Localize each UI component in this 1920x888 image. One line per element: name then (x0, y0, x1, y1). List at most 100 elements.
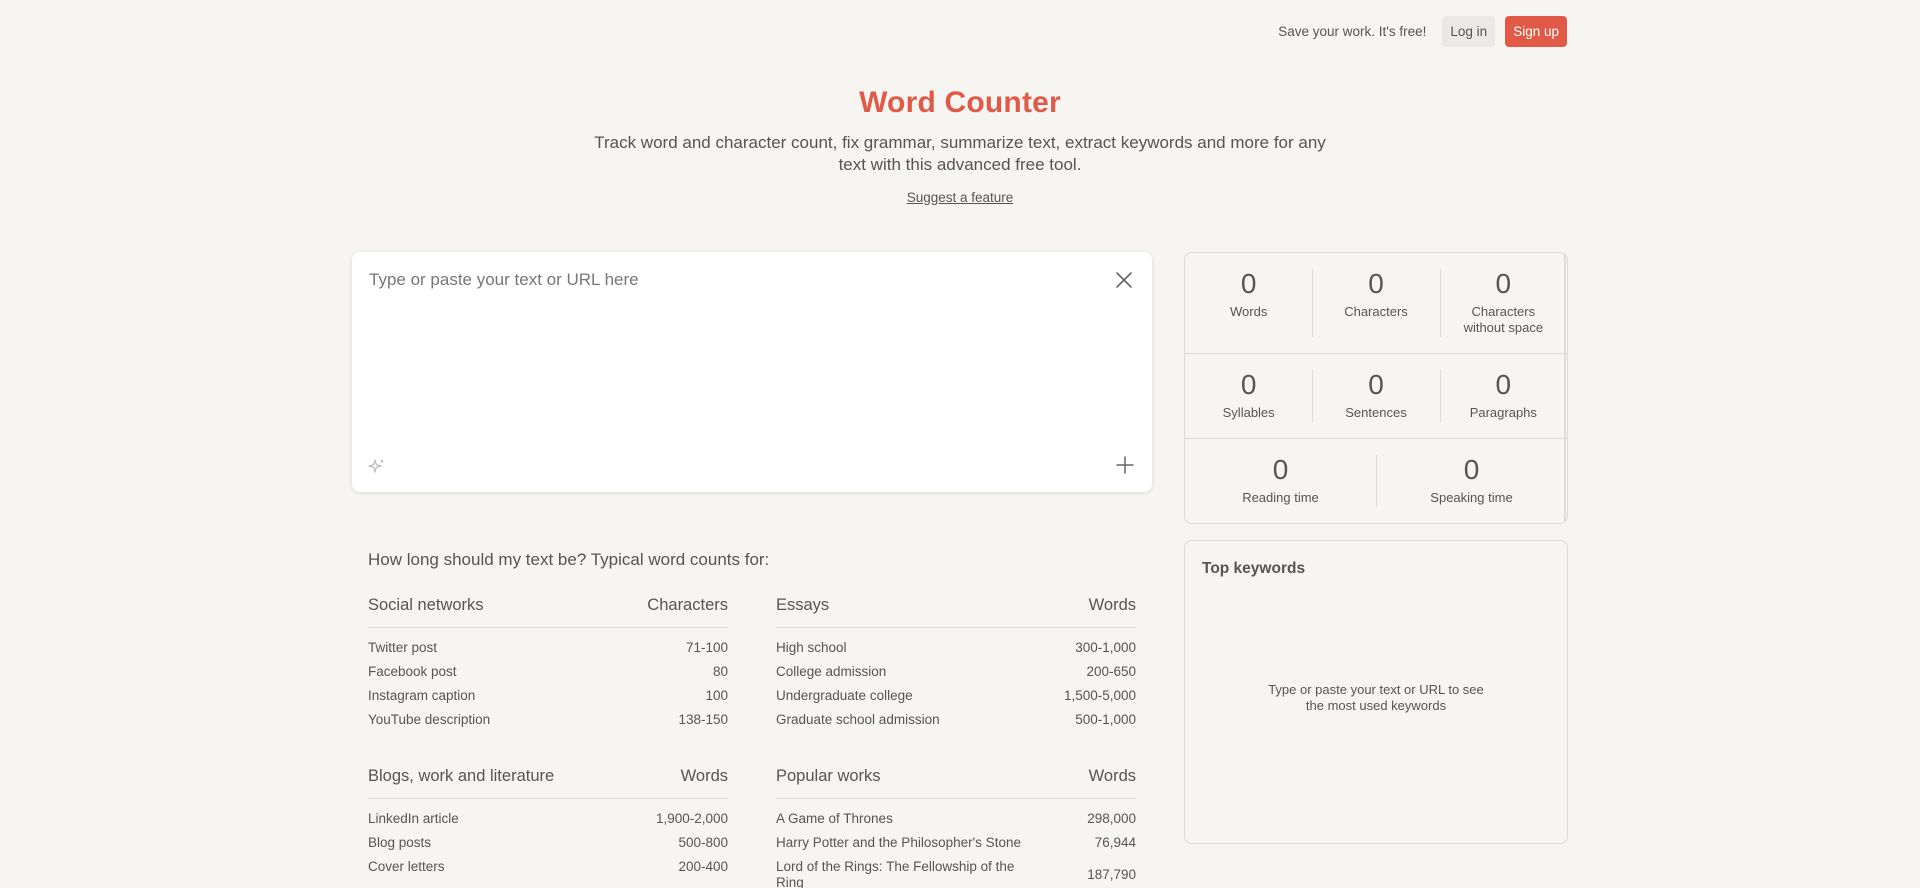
table-row: High school 300-1,000 (776, 640, 1136, 656)
row-name: LinkedIn article (368, 811, 459, 826)
table-header: Popular works Words (776, 767, 1136, 799)
top-bar: Save your work. It's free! Log in Sign u… (1278, 16, 1567, 47)
popular-works-table: Popular works Words A Game of Thrones 298… (776, 767, 1136, 888)
stat-words: 0 Words (1185, 253, 1312, 353)
stat-characters-no-space: 0 Characters without space (1439, 253, 1567, 353)
stat-characters-label: Characters (1344, 304, 1408, 319)
stat-sentences: 0 Sentences (1312, 354, 1439, 438)
table-row: Cover letters 200-400 (368, 859, 728, 875)
word-counts-title: How long should my text be? Typical word… (368, 550, 770, 569)
stat-characters-no-space-value: 0 (1495, 268, 1512, 299)
table-heading: Blogs, work and literature (368, 767, 555, 785)
row-name: Harry Potter and the Philosopher's Stone (776, 835, 1021, 850)
stat-speaking-time-label: Speaking time (1430, 490, 1513, 505)
row-value: 200-400 (678, 859, 728, 874)
stat-syllables-value: 0 (1240, 369, 1257, 400)
stat-characters: 0 Characters (1312, 253, 1439, 353)
login-button[interactable]: Log in (1442, 16, 1496, 47)
row-name: Lord of the Rings: The Fellowship of the… (776, 859, 1015, 888)
stat-reading-time-label: Reading time (1242, 490, 1319, 505)
table-row: Twitter post 71-100 (368, 640, 728, 656)
row-value: 500-1,000 (1075, 712, 1136, 727)
table-header: Blogs, work and literature Words (368, 767, 728, 799)
stat-syllables: 0 Syllables (1185, 354, 1312, 438)
stat-characters-no-space-label-1: Characters (1471, 304, 1536, 319)
stat-words-value: 0 (1240, 268, 1257, 299)
stat-sentences-label: Sentences (1345, 405, 1407, 420)
social-networks-table: Social networks Characters Twitter post 7… (368, 596, 728, 736)
row-value: 200-650 (1086, 664, 1136, 679)
signup-button[interactable]: Sign up (1505, 16, 1567, 47)
table-row: Blog posts 500-800 (368, 835, 728, 851)
table-unit: Words (1088, 596, 1136, 614)
page-title: Word Counter (859, 86, 1061, 119)
table-header: Essays Words (776, 596, 1136, 628)
keywords-empty-line-1: Type or paste your text or URL to see (1268, 682, 1484, 697)
row-name: YouTube description (368, 712, 491, 727)
table-unit: Words (1088, 767, 1136, 785)
row-name: Cover letters (368, 859, 445, 874)
table-row: LinkedIn article 1,900-2,000 (368, 811, 728, 827)
page-subtitle: Track word and character count, fix gram… (594, 133, 1326, 174)
stat-reading-time: 0 Reading time (1185, 439, 1376, 523)
row-name: College admission (776, 664, 887, 679)
table-row: Facebook post 80 (368, 664, 728, 680)
table-heading: Essays (776, 596, 830, 614)
row-value: 1,500-5,000 (1063, 688, 1136, 703)
stat-reading-time-value: 0 (1272, 454, 1289, 485)
table-row: Graduate school admission 500-1,000 (776, 712, 1136, 728)
table-heading: Popular works (776, 767, 881, 785)
stats-row-3: 0 Reading time 0 Speaking time (1185, 439, 1567, 523)
row-name: Undergraduate college (776, 688, 913, 703)
blogs-work-literature-table: Blogs, work and literature Words LinkedI… (368, 767, 728, 883)
keywords-panel: Top keywords Type or paste your text or … (1184, 540, 1568, 844)
row-name: Blog posts (368, 835, 432, 850)
suggest-feature-link[interactable]: Suggest a feature (907, 190, 1014, 205)
plus-icon[interactable] (1116, 456, 1134, 474)
row-name: A Game of Thrones (776, 811, 893, 826)
table-unit: Characters (647, 596, 728, 614)
close-icon[interactable] (1114, 270, 1134, 290)
editor-placeholder: Type or paste your text or URL here (369, 270, 639, 289)
table-row: A Game of Thrones 298,000 (776, 811, 1136, 827)
row-name: Twitter post (368, 640, 438, 655)
row-value: 80 (712, 664, 728, 679)
table-row: Instagram caption 100 (368, 688, 728, 704)
table-row: Lord of the Rings: The Fellowship of the… (776, 859, 1136, 888)
save-work-text: Save your work. It's free! (1278, 24, 1427, 39)
row-name: Facebook post (368, 664, 457, 679)
essays-table: Essays Words High school 300-1,000 Colleg… (776, 596, 1136, 736)
row-value: 300-1,000 (1075, 640, 1136, 655)
stats-panel: 0 Words 0 Characters 0 Characters withou… (1184, 252, 1568, 524)
row-name: High school (776, 640, 847, 655)
table-heading: Social networks (368, 596, 484, 614)
stat-words-label: Words (1230, 304, 1268, 319)
row-value: 76,944 (1094, 835, 1136, 850)
stat-paragraphs: 0 Paragraphs (1439, 354, 1567, 438)
row-value: 298,000 (1087, 811, 1136, 826)
row-value: 138-150 (678, 712, 728, 727)
table-row: Harry Potter and the Philosopher's Stone… (776, 835, 1136, 851)
stat-characters-value: 0 (1368, 268, 1384, 299)
keywords-empty-line-2: the most used keywords (1305, 698, 1447, 713)
hero-section: Word Counter Track word and character co… (0, 86, 1920, 207)
stat-speaking-time: 0 Speaking time (1376, 439, 1567, 523)
table-row: College admission 200-650 (776, 664, 1136, 680)
stats-row-2: 0 Syllables 0 Sentences 0 Paragraphs (1185, 354, 1567, 439)
row-name: Graduate school admission (776, 712, 940, 727)
text-editor[interactable]: Type or paste your text or URL here (352, 252, 1152, 492)
stat-paragraphs-label: Paragraphs (1469, 405, 1537, 420)
stat-paragraphs-value: 0 (1495, 369, 1512, 400)
row-name: Instagram caption (368, 688, 476, 703)
keywords-empty-state: Type or paste your text or URL to see th… (1185, 682, 1567, 714)
table-row: Undergraduate college 1,500-5,000 (776, 688, 1136, 704)
table-header: Social networks Characters (368, 596, 728, 628)
stat-speaking-time-value: 0 (1463, 454, 1480, 485)
row-value: 187,790 (1087, 867, 1136, 882)
stat-characters-no-space-label-2: without space (1463, 320, 1544, 335)
keywords-title: Top keywords (1202, 560, 1306, 577)
row-value: 71-100 (685, 640, 728, 655)
stats-row-1: 0 Words 0 Characters 0 Characters withou… (1185, 253, 1567, 354)
stat-sentences-value: 0 (1368, 369, 1384, 400)
sparkle-icon[interactable] (368, 457, 386, 475)
